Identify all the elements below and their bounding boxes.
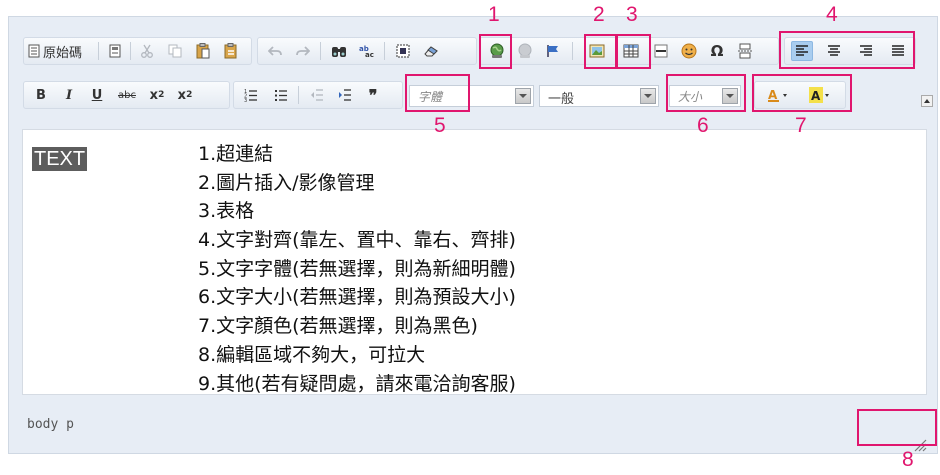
copy-icon[interactable]	[164, 41, 186, 61]
collapse-toolbar-button[interactable]	[921, 95, 933, 107]
toolbar-group-document: 原始碼	[23, 37, 252, 65]
smiley-icon[interactable]	[678, 41, 700, 61]
outdent-icon[interactable]	[306, 85, 328, 105]
list-item: 4.文字對齊(靠左、置中、靠右、齊排)	[198, 229, 516, 252]
bold-button[interactable]: B	[30, 85, 52, 105]
editor-content-area[interactable]: TEXT 1.超連結 2.圖片插入/影像管理 3.表格 4.文字對齊(靠左、置中…	[22, 129, 927, 395]
paste-text-icon[interactable]	[220, 41, 242, 61]
callout-box-2	[584, 34, 617, 69]
chevron-down-icon[interactable]	[515, 88, 531, 104]
callout-number-1: 1	[488, 3, 500, 26]
list-item: 9.其他(若有疑問處，請來電洽詢客服)	[198, 372, 516, 395]
list-item: 3.表格	[198, 200, 255, 223]
svg-text:ac: ac	[365, 51, 374, 58]
chevron-down-icon[interactable]	[640, 88, 656, 104]
template-icon[interactable]	[104, 41, 126, 61]
redo-icon[interactable]	[292, 41, 314, 61]
indent-icon[interactable]	[334, 85, 356, 105]
separator	[572, 42, 573, 60]
source-icon	[28, 44, 40, 58]
separator	[98, 42, 99, 60]
source-button[interactable]: 原始碼	[28, 41, 90, 61]
find-icon[interactable]	[328, 41, 350, 61]
undo-icon[interactable]	[264, 41, 286, 61]
subscript-button[interactable]: x2	[146, 85, 168, 105]
list-item: 8.編輯區域不夠大，可拉大	[198, 343, 426, 366]
svg-text:3: 3	[244, 98, 247, 102]
remove-format-icon[interactable]	[420, 41, 442, 61]
callout-number-7: 7	[795, 114, 807, 137]
callout-box-3	[616, 34, 651, 69]
callout-number-3: 3	[626, 3, 638, 26]
paste-icon[interactable]	[192, 41, 214, 61]
select-all-icon[interactable]	[392, 41, 414, 61]
callout-number-5: 5	[434, 114, 446, 137]
list-item: 1.超連結	[198, 143, 274, 165]
selected-text: TEXT	[32, 147, 88, 171]
list-item: 7.文字顏色(若無選擇，則為黑色)	[198, 315, 478, 338]
callout-number-4: 4	[826, 3, 838, 26]
page-break-icon[interactable]	[734, 41, 756, 61]
callout-box-5	[405, 74, 470, 112]
toolbar-group-style: B I U abc x2 x2	[23, 81, 230, 109]
underline-button[interactable]: U	[86, 85, 108, 105]
callout-box-6	[666, 74, 746, 112]
strikethrough-button[interactable]: abc	[114, 85, 140, 105]
special-char-icon[interactable]: Ω	[706, 41, 728, 61]
italic-button[interactable]: I	[58, 85, 80, 105]
separator	[320, 42, 321, 60]
list-item: 5.文字字體(若無選擇，則為新細明體)	[198, 257, 516, 280]
list-item: 6.文字大小(若無選擇，則為預設大小)	[198, 286, 516, 309]
callout-box-7	[752, 74, 852, 112]
source-button-label: 原始碼	[43, 45, 83, 61]
element-path[interactable]: body p	[27, 417, 74, 432]
callout-number-8: 8	[902, 448, 914, 471]
blockquote-icon[interactable]: ❞	[362, 85, 384, 105]
anchor-flag-icon[interactable]	[542, 41, 564, 61]
separator	[130, 42, 131, 60]
toolbar-group-list: 123 ❞	[233, 81, 403, 109]
list-item: 2.圖片插入/影像管理	[198, 171, 375, 194]
horizontal-rule-icon[interactable]	[650, 41, 672, 61]
numbered-list-icon[interactable]: 123	[240, 85, 262, 105]
format-select-value: 一般	[548, 92, 575, 107]
callout-box-1	[479, 34, 512, 69]
separator	[384, 42, 385, 60]
format-select[interactable]: 一般	[539, 85, 659, 107]
toolbar-group-edit: ab ac	[257, 37, 477, 65]
superscript-button[interactable]: x2	[174, 85, 196, 105]
unlink-icon[interactable]	[514, 41, 536, 61]
bulleted-list-icon[interactable]	[270, 85, 292, 105]
callout-number-6: 6	[697, 114, 709, 137]
separator	[298, 86, 299, 104]
callout-box-8	[857, 409, 937, 446]
callout-number-2: 2	[593, 3, 605, 26]
callout-box-4	[779, 31, 915, 69]
cut-icon[interactable]	[136, 41, 158, 61]
feature-list: 1.超連結 2.圖片插入/影像管理 3.表格 4.文字對齊(靠左、置中、靠右、齊…	[198, 140, 516, 398]
replace-icon[interactable]: ab ac	[356, 41, 378, 61]
